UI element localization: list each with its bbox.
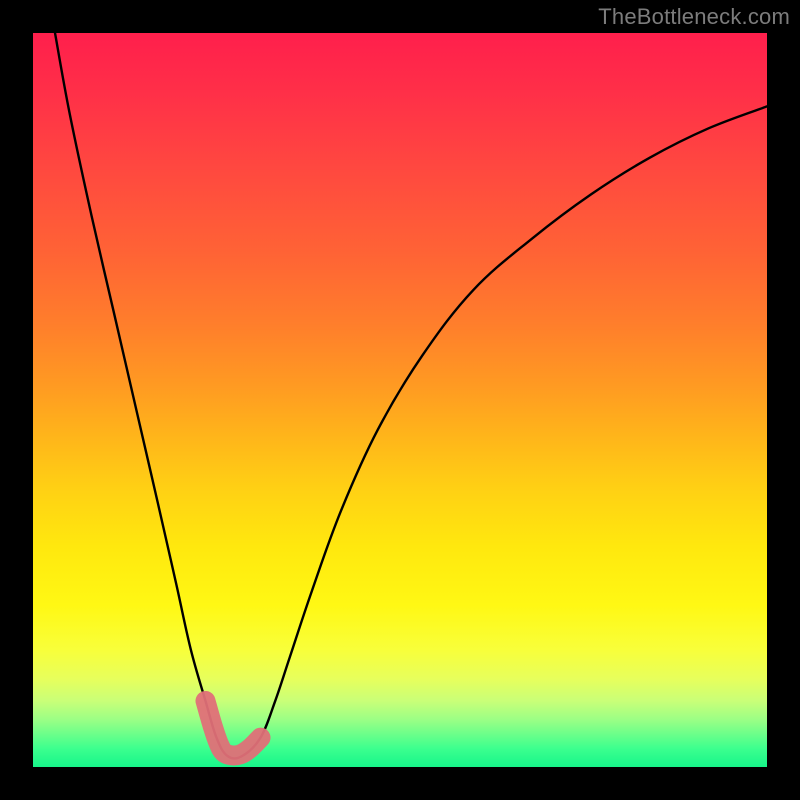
chart-frame: TheBottleneck.com xyxy=(0,0,800,800)
optimal-zone-highlight xyxy=(205,701,260,756)
bottleneck-curve xyxy=(55,33,767,758)
curve-layer xyxy=(33,33,767,767)
plot-area xyxy=(33,33,767,767)
watermark-text: TheBottleneck.com xyxy=(598,4,790,30)
